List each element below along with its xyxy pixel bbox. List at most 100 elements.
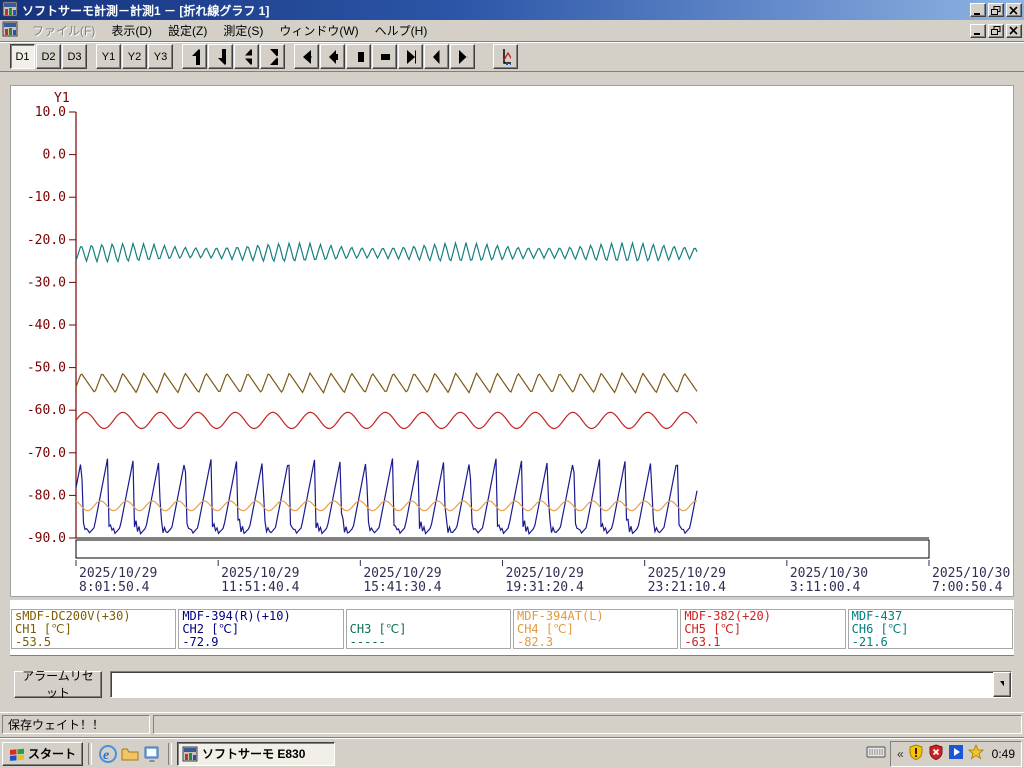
toolbar: D1 D2 D3 Y1 Y2 Y3 <box>0 42 1024 72</box>
svg-text:2025/10/29: 2025/10/29 <box>221 566 299 581</box>
security-warning-icon[interactable] <box>908 744 924 763</box>
menu-measure[interactable]: 測定(S) <box>215 20 271 41</box>
svg-text:11:51:40.4: 11:51:40.4 <box>221 580 299 595</box>
start-label: スタート <box>28 747 77 761</box>
d3-button[interactable]: D3 <box>62 44 87 69</box>
svg-text:2025/10/29: 2025/10/29 <box>79 566 157 581</box>
svg-text:2025/10/29: 2025/10/29 <box>363 566 441 581</box>
svg-text:Y1: Y1 <box>54 91 70 106</box>
start-button[interactable]: スタート <box>2 741 84 766</box>
svg-text:-70.0: -70.0 <box>27 446 66 461</box>
channel-legend: sMDF-DC200V(+30) CH1 [℃] -53.5 MDF-394(R)(… <box>10 600 1014 656</box>
menu-view[interactable]: 表示(D) <box>103 20 160 41</box>
internet-explorer-icon[interactable]: e <box>97 743 119 765</box>
legend-cell-ch2: MDF-394(R)(+10) CH2 [℃] -72.9 <box>178 609 344 649</box>
menu-help[interactable]: ヘルプ(H) <box>367 20 436 41</box>
window-title: ソフトサーモ計測－計測1 － [折れ線グラフ 1] <box>22 3 270 18</box>
svg-text:e: e <box>103 748 109 763</box>
status-message: 保存ウェイト！！ <box>8 718 105 732</box>
tray-clock: 0:49 <box>991 746 1015 761</box>
media-player-tray-icon[interactable] <box>948 744 964 763</box>
child-minimize-button[interactable] <box>970 23 986 38</box>
status-secondary-panel <box>153 715 1022 734</box>
update-star-icon[interactable] <box>967 743 984 763</box>
legend-cell-ch6: MDF-437 CH6 [℃] -21.6 <box>847 609 1013 649</box>
y2-button[interactable]: Y2 <box>122 44 147 69</box>
legend-cell-ch1: sMDF-DC200V(+30) CH1 [℃] -53.5 <box>11 609 177 649</box>
alarm-row: アラームリセット <box>10 669 1014 700</box>
svg-text:0.0: 0.0 <box>43 148 66 163</box>
svg-text:23:21:10.4: 23:21:10.4 <box>648 580 726 595</box>
line-graph-panel: Y1 10.0 0.0 -10.0 -20.0 -30.0 -40.0 -50.0 -60.0 -… <box>10 85 1014 597</box>
expand-horizontal-button[interactable] <box>424 44 449 69</box>
tray-chevron-icon[interactable]: « <box>897 747 904 761</box>
svg-text:-30.0: -30.0 <box>27 275 66 290</box>
restore-button[interactable] <box>988 3 1004 17</box>
svg-text:2025/10/30: 2025/10/30 <box>932 566 1010 581</box>
menu-bar: ファイル(F) 表示(D) 設定(Z) 測定(S) ウィンドウ(W) ヘルプ(H… <box>0 20 1024 42</box>
d2-button[interactable]: D2 <box>36 44 61 69</box>
taskbar: スタート e ソフトサーモ E830 « 0:49 <box>0 738 1024 768</box>
svg-text:-20.0: -20.0 <box>27 233 66 248</box>
svg-text:2025/10/29: 2025/10/29 <box>648 566 726 581</box>
close-button[interactable] <box>1006 3 1022 17</box>
y3-button[interactable]: Y3 <box>148 44 173 69</box>
svg-text:10.0: 10.0 <box>35 105 66 120</box>
legend-cell-ch3: CH3 [℃] ----- <box>345 609 511 649</box>
child-close-button[interactable] <box>1006 23 1022 38</box>
graph-settings-button[interactable] <box>493 44 518 69</box>
d1-button[interactable]: D1 <box>10 44 35 69</box>
compress-vertical-button[interactable] <box>260 44 285 69</box>
svg-text:3:11:00.4: 3:11:00.4 <box>790 580 861 595</box>
svg-text:2025/10/29: 2025/10/29 <box>506 566 584 581</box>
system-tray: « 0:49 <box>889 740 1022 767</box>
status-message-panel: 保存ウェイト！！ <box>2 715 150 734</box>
windows-logo-icon <box>10 748 24 761</box>
menu-window[interactable]: ウィンドウ(W) <box>271 20 366 41</box>
svg-text:-80.0: -80.0 <box>27 488 66 503</box>
combobox-dropdown-icon[interactable] <box>993 671 1011 697</box>
alarm-reset-button[interactable]: アラームリセット <box>14 669 102 700</box>
svg-text:19:31:20.4: 19:31:20.4 <box>506 580 584 595</box>
svg-text:-50.0: -50.0 <box>27 361 66 376</box>
stop-button[interactable] <box>346 44 371 69</box>
svg-text:15:41:30.4: 15:41:30.4 <box>363 580 441 595</box>
svg-text:2025/10/30: 2025/10/30 <box>790 566 868 581</box>
legend-cell-ch5: MDF-382(+20) CH5 [℃] -63.1 <box>680 609 846 649</box>
app-icon <box>2 1 18 20</box>
fast-forward-button[interactable] <box>398 44 423 69</box>
child-restore-button[interactable] <box>988 23 1004 38</box>
step-right-button[interactable] <box>372 44 397 69</box>
compress-horizontal-button[interactable] <box>450 44 475 69</box>
svg-text:-10.0: -10.0 <box>27 190 66 205</box>
folder-icon[interactable] <box>119 743 141 765</box>
alarm-combobox[interactable] <box>110 670 1012 698</box>
legend-cell-ch4: MDF-394AT(L) CH4 [℃] -82.3 <box>512 609 679 649</box>
svg-text:8:01:50.4: 8:01:50.4 <box>79 580 150 595</box>
title-bar: ソフトサーモ計測－計測1 － [折れ線グラフ 1] <box>0 0 1024 20</box>
scroll-down-button[interactable] <box>208 44 233 69</box>
keyboard-language-icon[interactable] <box>866 745 886 762</box>
child-window-icon[interactable] <box>2 21 18 40</box>
rewind-button[interactable] <box>294 44 319 69</box>
step-left-button[interactable] <box>320 44 345 69</box>
svg-text:-40.0: -40.0 <box>27 318 66 333</box>
menu-settings[interactable]: 設定(Z) <box>160 20 215 41</box>
y1-button[interactable]: Y1 <box>96 44 121 69</box>
menu-file[interactable]: ファイル(F) <box>24 20 103 41</box>
security-alert-icon[interactable] <box>928 744 944 763</box>
expand-vertical-button[interactable] <box>234 44 259 69</box>
app-icon <box>182 746 198 761</box>
svg-text:-60.0: -60.0 <box>27 403 66 418</box>
svg-text:7:00:50.4: 7:00:50.4 <box>932 580 1003 595</box>
line-chart: Y110.0 0.0 -10.0 -20.0 -30.0 -40.0 -50.0 -60.0 -… <box>27 91 1010 595</box>
taskbar-app-button[interactable]: ソフトサーモ E830 <box>177 741 336 766</box>
taskbar-app-label: ソフトサーモ E830 <box>202 747 306 761</box>
status-bar: 保存ウェイト！！ <box>0 712 1024 738</box>
svg-text:-90.0: -90.0 <box>27 531 66 546</box>
show-desktop-icon[interactable] <box>141 743 163 765</box>
mdi-client-area: Y1 10.0 0.0 -10.0 -20.0 -30.0 -40.0 -50.0 -60.0 -… <box>0 72 1024 712</box>
scroll-up-button[interactable] <box>182 44 207 69</box>
alarm-combobox-value[interactable] <box>111 672 993 697</box>
minimize-button[interactable] <box>970 3 986 17</box>
